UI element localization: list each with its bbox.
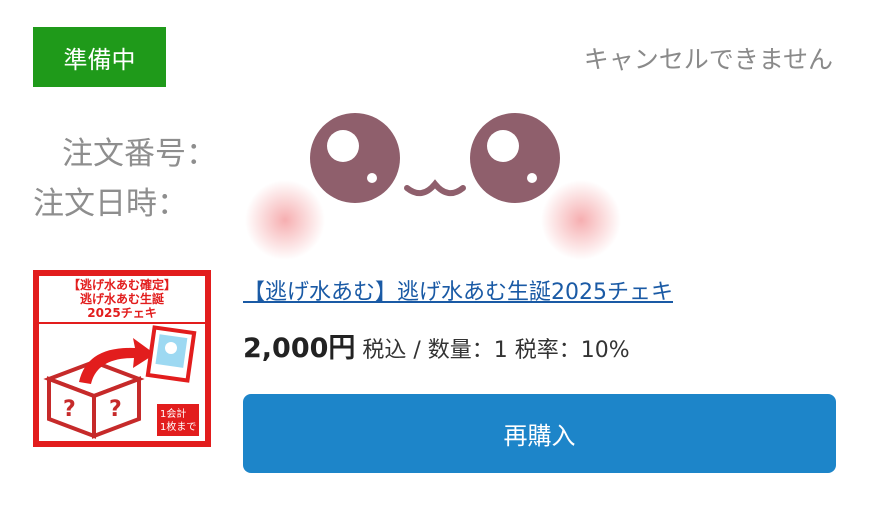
rebuy-button[interactable]: 再購入 (243, 394, 836, 473)
cancel-note: キャンセルできません (583, 45, 833, 74)
price-details: 税込 / 数量：1 税率：10% (362, 338, 630, 363)
order-number-label: 注文番号： (62, 136, 217, 172)
svg-text:?: ? (109, 397, 122, 422)
product-title-link[interactable]: 【逃げ水あむ】逃げ水あむ生誕2025チェキ (243, 274, 673, 306)
product-thumbnail[interactable]: 【逃げ水あむ確定】 逃げ水あむ生誕 2025チェキ ? ? 1会計 1枚まで (33, 270, 211, 447)
status-badge: 準備中 (33, 27, 166, 87)
redaction-face-sticker (245, 113, 621, 260)
photo-card-icon (145, 325, 197, 383)
thumbnail-illustration: ? ? 1会計 1枚まで (39, 324, 205, 441)
svg-text:?: ? (63, 397, 76, 422)
thumbnail-banner: 【逃げ水あむ確定】 逃げ水あむ生誕 2025チェキ (39, 276, 205, 322)
svg-text:1枚まで: 1枚まで (160, 420, 196, 433)
product-price: 2,000円 (243, 333, 356, 364)
price-row: 2,000円 税込 / 数量：1 税率：10% (243, 326, 630, 365)
order-date-label: 注文日時： (33, 186, 188, 222)
svg-text:1会計: 1会計 (160, 407, 186, 420)
